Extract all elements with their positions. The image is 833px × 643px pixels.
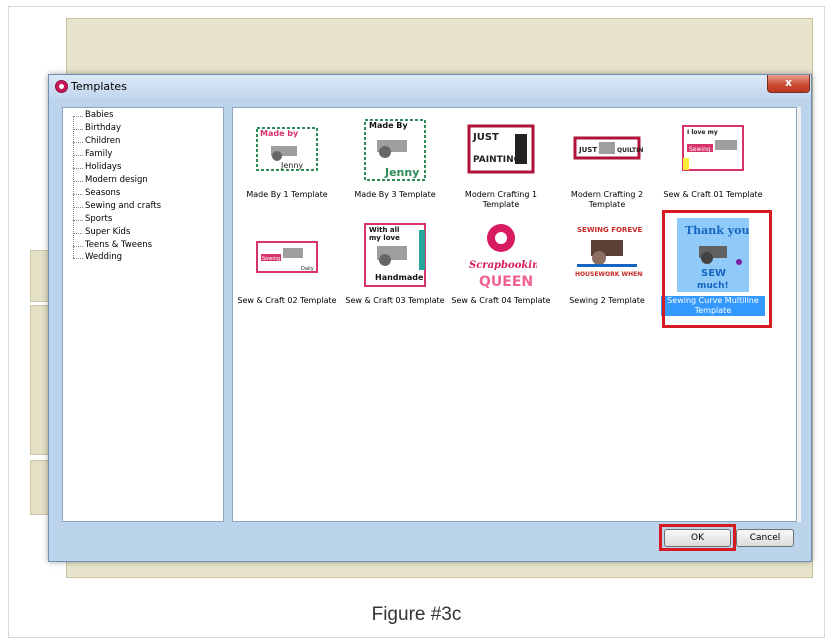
svg-text:Sewing: Sewing: [689, 146, 711, 153]
selection-highlight: [662, 210, 772, 328]
svg-text:Jenny: Jenny: [280, 161, 303, 170]
category-item[interactable]: Birthday: [85, 123, 121, 133]
category-item[interactable]: Babies: [85, 110, 113, 120]
templates-dialog: Templates x Babies Birthday Children Fam…: [48, 74, 812, 562]
template-tile[interactable]: SEWING FOREVER HOUSEWORK WHENEVER Sewing…: [557, 220, 657, 308]
category-item[interactable]: Sewing and crafts: [85, 201, 161, 211]
template-tile[interactable]: Sewing Daily Sew & Craft 02 Template: [237, 228, 337, 308]
svg-text:Scrapbooking: Scrapbooking: [469, 260, 537, 271]
category-item[interactable]: Super Kids: [85, 227, 130, 237]
cancel-button[interactable]: Cancel: [736, 529, 794, 547]
template-thumbnail: I love my Sewing: [677, 122, 749, 186]
svg-text:my love: my love: [369, 234, 400, 242]
tree-connector: [73, 233, 83, 234]
template-tile[interactable]: With all my love Handmade Sew & Craft 03…: [345, 220, 445, 308]
svg-text:SEWING FOREVER: SEWING FOREVER: [577, 226, 643, 234]
template-grid: Made by Jenny Made By 1 Template Made By…: [232, 107, 797, 522]
category-item[interactable]: Sports: [85, 214, 112, 224]
close-button[interactable]: x: [767, 75, 810, 93]
ok-button-highlight: [659, 524, 736, 551]
category-item[interactable]: Family: [85, 149, 112, 159]
category-item[interactable]: Holidays: [85, 162, 121, 172]
template-label: Made By 3 Template: [354, 190, 436, 199]
template-label: Sew & Craft 03 Template: [345, 296, 445, 305]
template-thumbnail: With all my love Handmade: [359, 220, 431, 292]
template-label: Modern Crafting 2 Template: [570, 190, 644, 209]
tree-connector: [73, 207, 83, 208]
template-tile[interactable]: Made By Jenny Made By 3 Template: [345, 114, 445, 202]
svg-text:Made by: Made by: [260, 129, 299, 138]
svg-text:With all: With all: [369, 226, 399, 234]
template-tile[interactable]: JUST QUILTING Modern Crafting 2 Template: [557, 122, 657, 214]
svg-text:QUILTING: QUILTING: [617, 147, 643, 154]
template-label: Modern Crafting 1 Template: [464, 190, 538, 209]
svg-text:PAINTING: PAINTING: [473, 155, 521, 165]
svg-text:JUST: JUST: [578, 146, 597, 154]
category-tree: Babies Birthday Children Family Holidays…: [62, 107, 224, 522]
tree-connector: [73, 129, 83, 130]
template-tile[interactable]: JUST PAINTING Modern Crafting 1 Template: [451, 122, 551, 214]
tree-connector: [73, 155, 83, 156]
dialog-title: Templates: [71, 80, 127, 93]
template-label: Sewing 2 Template: [569, 296, 645, 305]
tree-connector: [73, 168, 83, 169]
tree-connector: [73, 116, 74, 258]
svg-text:Handmade: Handmade: [375, 273, 424, 282]
svg-text:QUEEN: QUEEN: [479, 274, 533, 290]
template-label: Sew & Craft 04 Template: [451, 296, 551, 305]
template-thumbnail: Made By Jenny: [359, 114, 431, 186]
template-thumbnail: Made by Jenny: [251, 122, 323, 186]
tree-connector: [73, 181, 83, 182]
category-item[interactable]: Teens & Tweens: [85, 240, 152, 250]
template-tile[interactable]: Made by Jenny Made By 1 Template: [237, 122, 337, 202]
svg-text:HOUSEWORK WHENEVER: HOUSEWORK WHENEVER: [575, 271, 643, 278]
scrollbar-gap: [797, 107, 801, 522]
template-tile[interactable]: Scrapbooking QUEEN Sew & Craft 04 Templa…: [451, 220, 551, 308]
tree-connector: [73, 142, 83, 143]
template-label: Sew & Craft 01 Template: [663, 190, 763, 199]
svg-text:Jenny: Jenny: [384, 166, 419, 179]
svg-text:Made By: Made By: [369, 121, 408, 130]
figure-caption: Figure #3c: [371, 604, 462, 625]
template-thumbnail: SEWING FOREVER HOUSEWORK WHENEVER: [571, 220, 643, 292]
app-logo-icon: [55, 80, 68, 93]
category-item[interactable]: Wedding: [85, 252, 122, 262]
template-tile[interactable]: I love my Sewing Sew & Craft 01 Template: [663, 122, 763, 202]
category-item[interactable]: Children: [85, 136, 120, 146]
tree-connector: [73, 220, 83, 221]
svg-text:Sewing: Sewing: [262, 256, 280, 262]
svg-text:Daily: Daily: [301, 266, 314, 272]
template-label: Sew & Craft 02 Template: [237, 296, 337, 305]
category-item[interactable]: Modern design: [85, 175, 148, 185]
template-thumbnail: Sewing Daily: [251, 228, 323, 292]
template-thumbnail: JUST PAINTING: [465, 122, 537, 186]
tree-connector: [73, 116, 83, 117]
svg-text:JUST: JUST: [472, 132, 499, 143]
svg-text:I love my: I love my: [687, 129, 718, 136]
template-label: Made By 1 Template: [246, 190, 328, 199]
template-thumbnail: JUST QUILTING: [571, 122, 643, 186]
template-thumbnail: Scrapbooking QUEEN: [465, 220, 537, 292]
category-item[interactable]: Seasons: [85, 188, 120, 198]
tree-connector: [73, 194, 83, 195]
tree-connector: [73, 246, 83, 247]
dialog-titlebar[interactable]: Templates x: [49, 75, 811, 99]
tree-connector: [73, 258, 83, 259]
